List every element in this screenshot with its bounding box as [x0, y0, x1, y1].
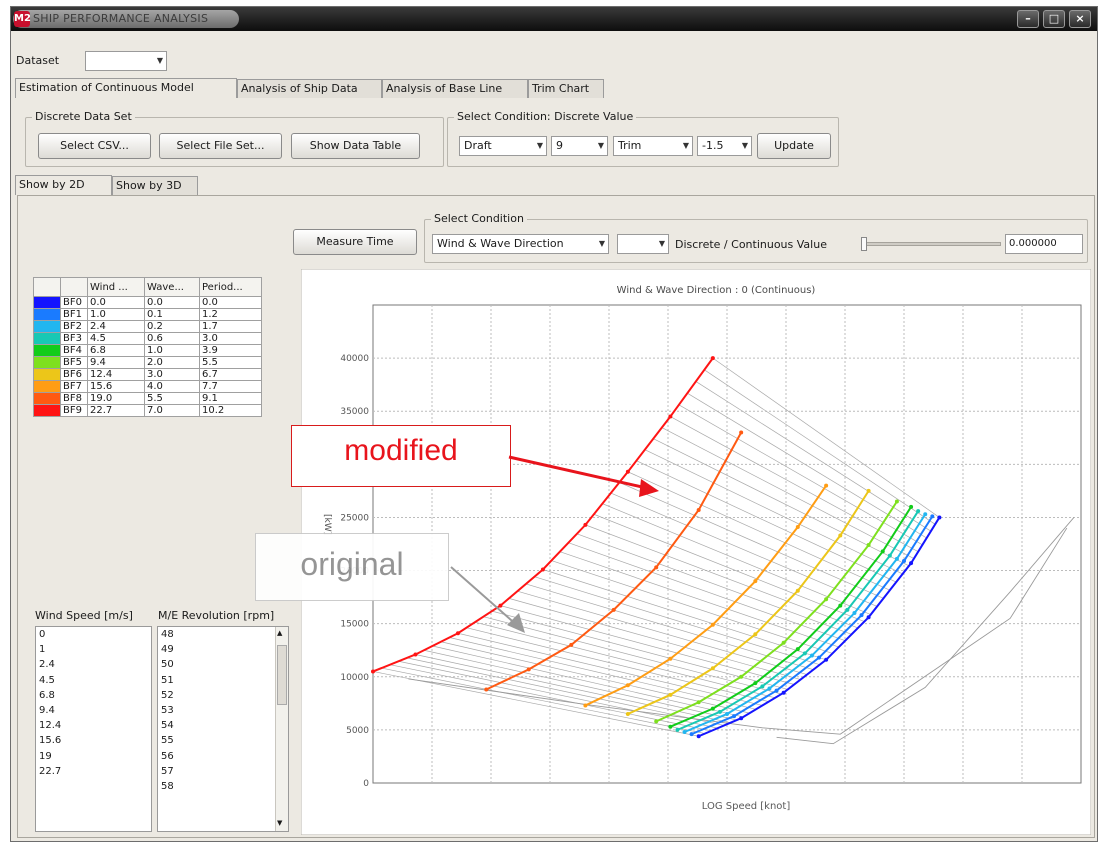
app-window: M2 SHIP PERFORMANCE ANALYSIS – □ × Datas…	[10, 6, 1098, 842]
original-arrowhead-icon	[507, 613, 525, 633]
modified-arrow-line	[508, 455, 652, 491]
modified-arrowhead-icon	[639, 479, 659, 497]
callout-arrows	[450, 455, 659, 633]
original-arrow-line	[450, 566, 520, 628]
